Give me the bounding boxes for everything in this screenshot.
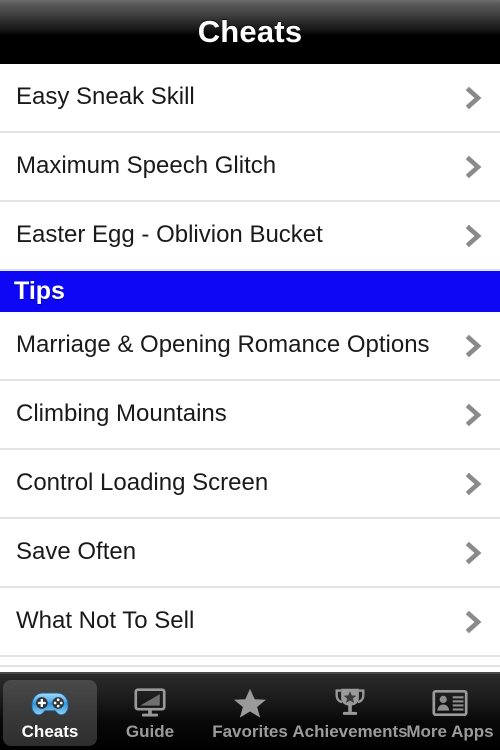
tab-cheats[interactable]: Cheats — [0, 674, 100, 750]
list-item-label: Control Loading Screen — [16, 470, 269, 497]
tab-bar: Cheats Guide Favorites Achievements More… — [0, 672, 500, 750]
list-item[interactable]: Maximum Speech Glitch — [0, 133, 500, 202]
page-title: Cheats — [197, 13, 303, 49]
contact-card-icon — [430, 685, 470, 721]
chevron-right-icon — [463, 223, 485, 249]
list-item[interactable]: Easy Sneak Skill — [0, 64, 500, 133]
chevron-right-icon — [463, 540, 485, 566]
tab-guide[interactable]: Guide — [100, 674, 200, 750]
list-item-label: Climbing Mountains — [16, 401, 227, 428]
list-item-label: Maximum Speech Glitch — [16, 153, 277, 180]
chevron-right-icon — [463, 609, 485, 635]
tab-label-guide: Guide — [125, 722, 175, 741]
tab-label-achievements: Achievements — [292, 722, 408, 741]
tab-more-apps[interactable]: More Apps — [400, 674, 500, 750]
gamepad-icon — [30, 685, 70, 721]
list-item[interactable]: Climbing Mountains — [0, 381, 500, 450]
navigation-bar: Cheats — [0, 0, 500, 64]
list-item[interactable]: Easter Egg - Oblivion Bucket — [0, 202, 500, 271]
tab-label-cheats: Cheats — [21, 722, 79, 741]
list-item-label: What Not To Sell — [16, 608, 195, 635]
tab-label-more-apps: More Apps — [406, 722, 494, 741]
tab-achievements[interactable]: Achievements — [292, 674, 408, 750]
chevron-right-icon — [463, 85, 485, 111]
chevron-right-icon — [463, 471, 485, 497]
monitor-icon — [130, 685, 170, 721]
list-item[interactable]: What Not To Sell — [0, 588, 500, 657]
chevron-right-icon — [463, 402, 485, 428]
star-icon — [230, 685, 270, 721]
chevron-right-icon — [463, 333, 485, 359]
list-item[interactable]: Marriage & Opening Romance Options — [0, 312, 500, 381]
cheats-list[interactable]: Easy Sneak Skill Maximum Speech Glitch E… — [0, 64, 500, 672]
list-item-label: Save Often — [16, 539, 137, 566]
app-screen: Cheats Easy Sneak Skill Maximum Speech G… — [0, 0, 500, 750]
tab-favorites[interactable]: Favorites — [200, 674, 300, 750]
list-item-label: Marriage & Opening Romance Options — [16, 332, 430, 359]
list-item-label: Easy Sneak Skill — [16, 84, 195, 111]
section-header-tips: Tips — [0, 271, 500, 312]
trophy-icon — [330, 685, 370, 721]
tab-label-favorites: Favorites — [212, 722, 288, 741]
section-header-label: Tips — [14, 277, 65, 305]
list-bottom-filler — [0, 657, 500, 667]
list-item-label: Easter Egg - Oblivion Bucket — [16, 222, 323, 249]
list-item[interactable]: Control Loading Screen — [0, 450, 500, 519]
chevron-right-icon — [463, 154, 485, 180]
list-item[interactable]: Save Often — [0, 519, 500, 588]
